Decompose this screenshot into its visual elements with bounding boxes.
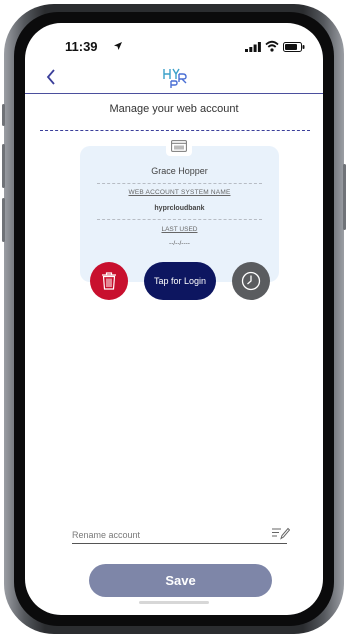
tap-for-login-button[interactable]: Tap for Login — [144, 262, 216, 300]
card-divider — [97, 183, 262, 184]
account-user-name: Grace Hopper — [151, 166, 208, 176]
title-divider — [40, 130, 310, 131]
system-name-value: hyprcloudbank — [154, 205, 205, 212]
browser-window-icon — [171, 140, 187, 152]
trash-icon — [102, 272, 116, 290]
status-bar: 11:39 — [25, 23, 323, 63]
last-used-value: --/--/---- — [169, 240, 190, 247]
signal-icon — [245, 42, 261, 52]
save-button[interactable]: Save — [89, 564, 272, 597]
location-arrow-icon — [114, 42, 122, 50]
app-screen: 11:39 Manage your web account Grace Hopp… — [25, 23, 323, 615]
chevron-left-icon[interactable] — [45, 67, 57, 87]
history-button[interactable] — [232, 262, 270, 300]
page-title: Manage your web account — [109, 103, 239, 115]
phone-power-button — [343, 164, 346, 230]
status-time: 11:39 — [65, 39, 98, 54]
phone-side-button — [2, 104, 5, 126]
rename-account-input[interactable] — [72, 527, 287, 544]
home-indicator — [139, 601, 209, 604]
phone-volume-down — [2, 198, 5, 242]
card-divider — [97, 219, 262, 220]
clock-icon — [241, 271, 261, 291]
system-name-label: WEB ACCOUNT SYSTEM NAME — [128, 189, 231, 196]
hypr-logo-icon — [163, 68, 187, 88]
phone-volume-up — [2, 144, 5, 188]
delete-account-button[interactable] — [90, 262, 128, 300]
last-used-label: LAST USED — [161, 226, 198, 233]
phone-frame: 11:39 Manage your web account Grace Hopp… — [2, 4, 346, 634]
wifi-icon — [265, 40, 279, 52]
edit-pencil-icon[interactable] — [272, 526, 290, 540]
battery-icon — [283, 42, 305, 52]
